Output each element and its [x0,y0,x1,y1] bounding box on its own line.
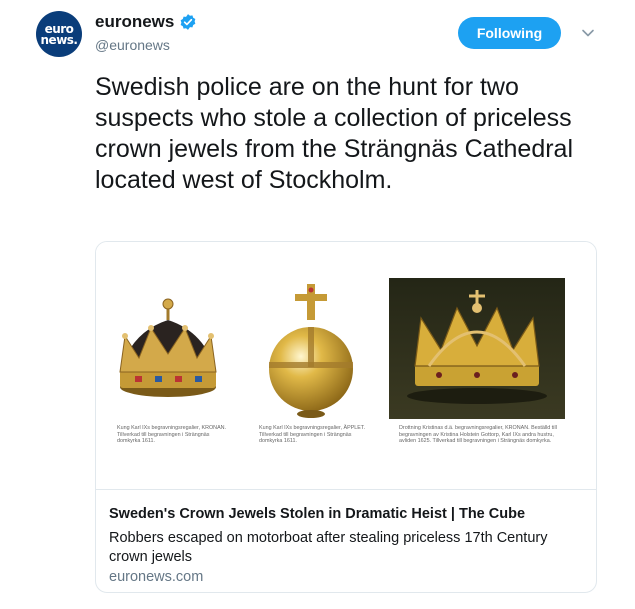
card-domain[interactable]: euronews.com [109,569,203,585]
image-caption-crown-photo: Drottning Kristinas d.ä. begravningsrega… [399,425,557,445]
image-caption-orb: Kung Karl IXs begravningsregalier, ÄPPLE… [259,425,366,445]
avatar[interactable]: euro news. [36,11,82,57]
author-name-row: euronews [95,12,197,32]
card-image[interactable]: Kung Karl IXs begravningsregalier, KRONA… [96,242,596,490]
image-caption-crown: Kung Karl IXs begravningsregalier, KRONA… [117,425,227,445]
link-card[interactable]: Kung Karl IXs begravningsregalier, KRONA… [95,241,597,593]
orb-image [269,284,353,418]
tweet-text: Swedish police are on the hunt for two s… [95,73,574,194]
card-title[interactable]: Sweden's Crown Jewels Stolen in Dramatic… [109,506,579,522]
verified-badge-icon [181,14,196,30]
display-name[interactable]: euronews [95,12,174,32]
crown-photo-image [389,278,565,419]
avatar-text-line2: news. [40,32,78,47]
card-description: Robbers escaped on motorboat after steal… [109,530,548,565]
following-button[interactable]: Following [458,17,561,49]
chevron-down-icon[interactable] [580,25,596,41]
handle[interactable]: @euronews [95,37,170,53]
crown-image [119,298,217,397]
